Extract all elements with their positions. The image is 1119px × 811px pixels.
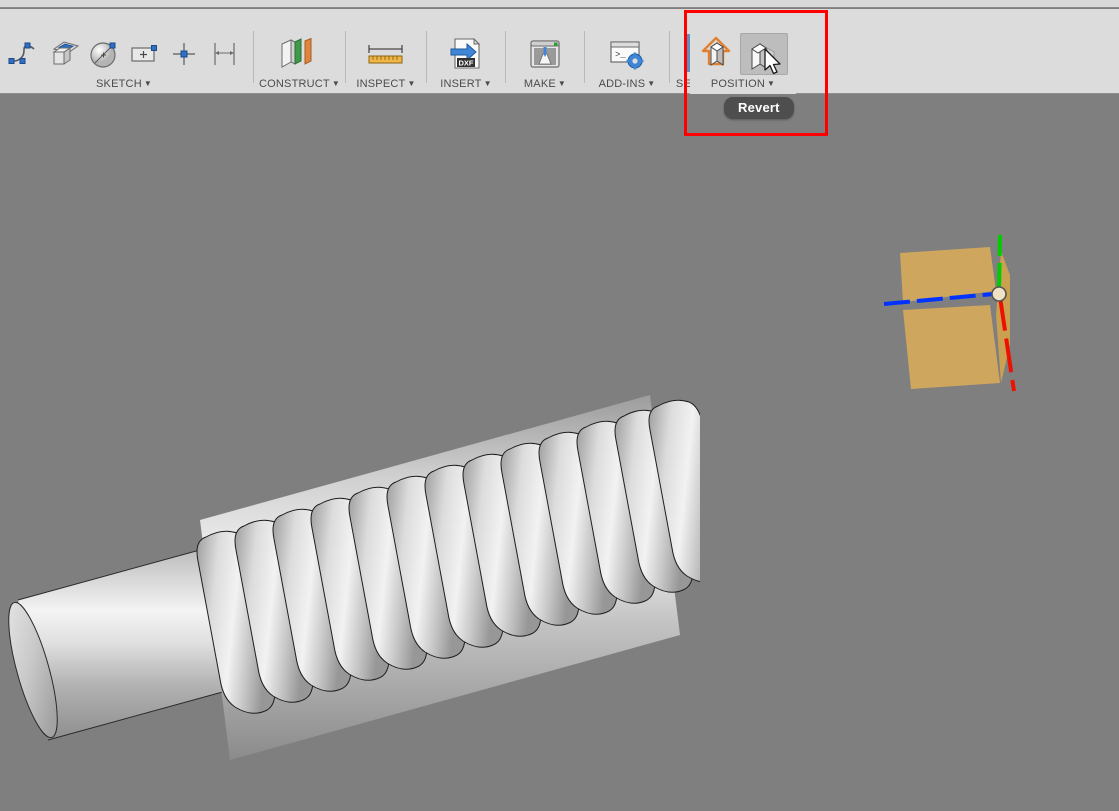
toolbar-divider bbox=[668, 31, 670, 83]
inspect-tool-row bbox=[351, 31, 421, 76]
create-sketch-icon[interactable] bbox=[44, 33, 84, 75]
chevron-down-icon[interactable]: ▼ bbox=[558, 79, 566, 88]
panel-label-construct[interactable]: CONSTRUCT ▼ bbox=[259, 76, 340, 94]
panel-label-position-text: POSITION bbox=[710, 78, 766, 90]
make-tool-row bbox=[511, 31, 579, 76]
sketch-dimension-icon[interactable] bbox=[204, 33, 244, 75]
origin-planes bbox=[900, 247, 1010, 389]
model-worm-gear-shaft[interactable] bbox=[0, 385, 700, 805]
rectangle-icon[interactable] bbox=[124, 33, 164, 75]
insert-tool-row: DXF bbox=[432, 31, 500, 76]
chevron-down-icon[interactable]: ▼ bbox=[407, 79, 415, 88]
panel-label-addins[interactable]: ADD-INS ▼ bbox=[590, 76, 664, 94]
origin-plane-indicator[interactable] bbox=[870, 215, 1050, 415]
scripts-and-addins-icon[interactable]: >_ bbox=[594, 33, 660, 75]
panel-label-addins-text: ADD-INS bbox=[598, 78, 646, 90]
toolbar-panel-inspect: INSPECT ▼ bbox=[351, 31, 421, 94]
origin-point bbox=[991, 286, 1007, 302]
measure-ruler-icon[interactable] bbox=[355, 33, 417, 75]
panel-label-sketch-text: SKETCH bbox=[96, 78, 142, 90]
3d-print-icon[interactable] bbox=[515, 33, 575, 75]
chevron-down-icon[interactable]: ▼ bbox=[484, 79, 492, 88]
addins-tool-row: >_ bbox=[590, 31, 664, 76]
panel-label-sketch[interactable]: SKETCH ▼ bbox=[0, 76, 248, 94]
panel-label-position[interactable]: POSITION ▼ bbox=[690, 76, 796, 94]
insert-dxf-icon[interactable]: DXF bbox=[436, 33, 496, 75]
y-axis-line bbox=[997, 234, 1002, 294]
chevron-down-icon[interactable]: ▼ bbox=[647, 79, 655, 88]
panel-label-insert[interactable]: INSERT ▼ bbox=[432, 76, 500, 94]
panel-label-insert-text: INSERT bbox=[440, 78, 482, 90]
toolbar-divider bbox=[253, 31, 254, 83]
panel-label-inspect-text: INSPECT bbox=[356, 78, 406, 90]
svg-text:>_: >_ bbox=[615, 50, 626, 60]
circle-icon[interactable] bbox=[84, 33, 124, 75]
construct-tool-row bbox=[259, 31, 340, 76]
toolbar-divider bbox=[425, 31, 427, 83]
toolbar-panel-addins: >_ ADD-INS ▼ bbox=[590, 31, 664, 94]
svg-text:DXF: DXF bbox=[458, 58, 473, 67]
chevron-down-icon[interactable]: ▼ bbox=[767, 79, 775, 88]
toolbar-panel-make: MAKE ▼ bbox=[511, 31, 579, 94]
window-top-strip bbox=[0, 0, 1119, 8]
offset-plane-icon[interactable] bbox=[263, 33, 331, 75]
revert-tooltip: Revert bbox=[724, 97, 794, 119]
point-icon[interactable] bbox=[164, 33, 204, 75]
3d-viewport[interactable] bbox=[0, 95, 1119, 811]
toolbar-panel-sketch: SKETCH ▼ bbox=[0, 31, 248, 94]
sketch-tool-row bbox=[0, 31, 248, 76]
mouse-cursor bbox=[764, 48, 781, 75]
toolbar-divider bbox=[583, 31, 585, 83]
panel-label-inspect[interactable]: INSPECT ▼ bbox=[351, 76, 421, 94]
panel-label-make-text: MAKE bbox=[523, 78, 556, 90]
toolbar-panel-insert: DXF INSERT ▼ bbox=[432, 31, 500, 94]
toolbar-divider bbox=[504, 31, 506, 83]
panel-label-construct-text: CONSTRUCT bbox=[259, 78, 330, 90]
panel-label-make[interactable]: MAKE ▼ bbox=[511, 76, 579, 94]
toolbar-panels: SKETCH ▼ CONSTRUCT ▼ INSPECT ▼ DXF INSER… bbox=[0, 31, 1119, 94]
move-copy-icon[interactable] bbox=[692, 33, 740, 75]
spline-icon[interactable] bbox=[4, 33, 44, 75]
chevron-down-icon[interactable]: ▼ bbox=[332, 79, 340, 88]
chevron-down-icon[interactable]: ▼ bbox=[144, 79, 152, 88]
toolbar-panel-construct: CONSTRUCT ▼ bbox=[259, 31, 340, 94]
main-toolbar: SKETCH ▼ CONSTRUCT ▼ INSPECT ▼ DXF INSER… bbox=[0, 9, 1119, 94]
toolbar-divider bbox=[344, 31, 346, 83]
